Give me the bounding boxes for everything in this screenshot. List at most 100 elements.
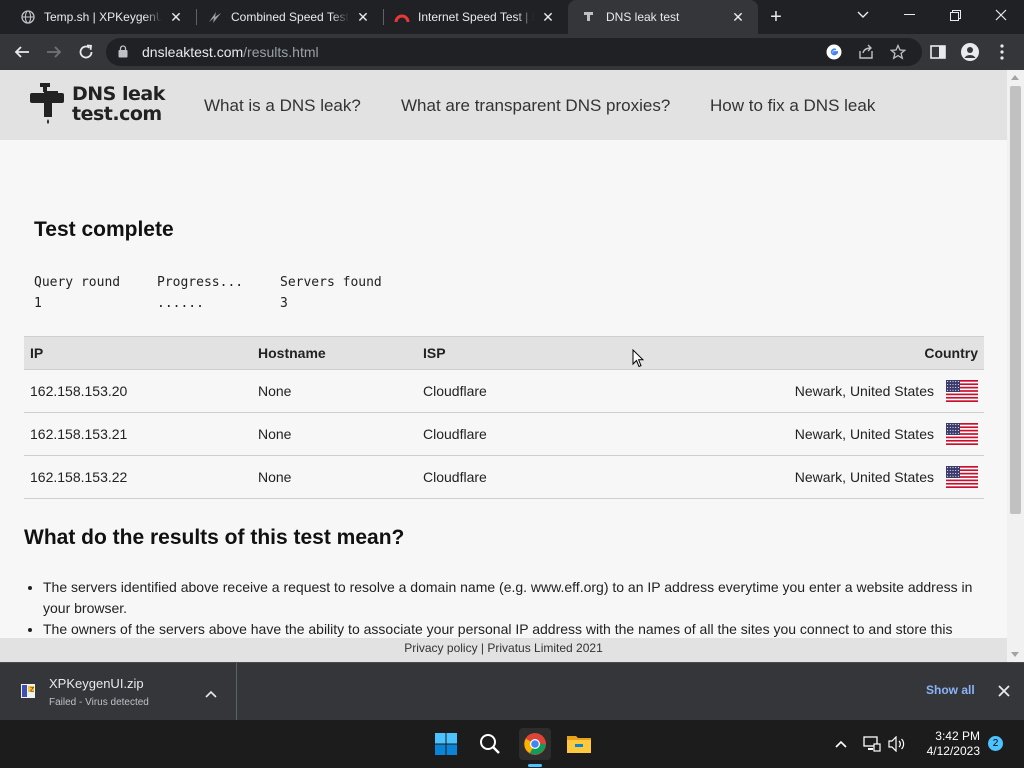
stat-label: Progress... [157,275,244,290]
side-panel-icon[interactable] [928,42,948,62]
tab-internet-speed-test[interactable]: Internet Speed Test | Fa ✕ [374,0,568,34]
volume-icon[interactable] [887,734,907,754]
system-clock[interactable]: 3:42 PM 4/12/2023 [918,729,980,759]
stat-progress: Progress... ...... [157,272,243,314]
footer-text[interactable]: Privacy policy | Privatus Limited 2021 [404,641,603,655]
reload-icon[interactable] [74,40,98,64]
tab-close-icon[interactable]: ✕ [168,9,184,25]
clock-date: 4/12/2023 [926,744,980,758]
site-footer: Privacy policy | Privatus Limited 2021 [0,638,1007,662]
chevron-up-tray-icon[interactable] [831,734,851,754]
nav-what-is-dns-leak[interactable]: What is a DNS leak? [204,96,361,116]
download-filename: XPKeygenUI.zip [49,676,144,691]
google-icon[interactable] [826,44,842,60]
site-header: DNS leak test.com What is a DNS leak? Wh… [0,70,1007,140]
logo-text: DNS leak test.com [72,84,165,124]
chevron-up-icon[interactable] [205,685,217,703]
cell-ip: 162.158.153.22 [24,455,252,499]
tab-close-icon[interactable]: ✕ [730,9,746,25]
windows-taskbar: 3:42 PM 4/12/2023 [0,720,1024,768]
cell-country: Newark, United States [717,412,984,456]
table-row: 162.158.153.20 None Cloudflare Newark, U… [24,369,984,413]
svg-text:Z: Z [30,687,34,694]
windows-start-icon[interactable] [430,728,462,760]
notification-badge[interactable]: 2 [988,736,1003,751]
close-window-icon[interactable] [978,0,1024,30]
table-row: 162.158.153.21 None Cloudflare Newark, U… [24,412,984,456]
url-path: /results.html [243,44,319,60]
cell-isp: Cloudflare [417,412,717,456]
test-status-title: Test complete [34,218,174,241]
scrollbar-thumb[interactable] [1010,86,1021,514]
active-app-indicator [528,764,542,767]
logo-line-2: test.com [72,103,162,125]
close-download-bar-icon[interactable] [998,684,1010,702]
us-flag-icon [946,423,978,445]
stat-query-round: Query round 1 [34,272,120,314]
forward-arrow-icon[interactable] [42,40,66,64]
cell-hostname: None [252,412,417,456]
country-text: Newark, United States [794,383,934,399]
tab-close-icon[interactable]: ✕ [540,9,556,25]
kebab-menu-icon[interactable] [992,42,1012,62]
url-text: dnsleaktest.com/results.html [142,44,319,60]
mouse-cursor-icon [632,349,644,368]
address-bar[interactable]: dnsleaktest.com/results.html [106,38,922,66]
clock-time: 3:42 PM [935,729,980,743]
stat-label: Query round [34,275,121,290]
restore-icon[interactable] [932,0,978,30]
profile-avatar-icon[interactable] [960,42,980,62]
tab-title: Temp.sh | XPKeygenUI.z [44,10,162,24]
tab-close-icon[interactable]: ✕ [355,9,371,25]
tab-title: Combined Speed Test F [231,10,349,24]
column-header-hostname: Hostname [252,336,417,370]
tab-combined-speed-test[interactable]: Combined Speed Test F ✕ [187,0,383,34]
page-viewport: DNS leak test.com What is a DNS leak? Wh… [0,70,1024,662]
table-row: 162.158.153.22 None Cloudflare Newark, U… [24,455,984,499]
explanation-list: The servers identified above receive a r… [43,577,983,640]
show-all-downloads-link[interactable]: Show all [926,683,975,697]
network-icon[interactable] [862,734,882,754]
new-tab-plus-icon[interactable]: + [766,7,786,27]
chrome-icon[interactable] [519,728,551,760]
logo-line-1: DNS leak [72,83,165,105]
nav-how-to-fix[interactable]: How to fix a DNS leak [710,96,875,116]
download-item[interactable]: Z XPKeygenUI.zip Failed - Virus detected [0,663,237,721]
file-explorer-icon[interactable] [563,728,595,760]
lightning-icon [207,9,223,25]
column-header-isp: ISP [417,336,717,370]
cell-isp: Cloudflare [417,369,717,413]
browser-toolbar: dnsleaktest.com/results.html [0,34,1024,70]
stat-label: Servers found [280,275,382,290]
tab-search-chevron-icon[interactable] [840,0,886,30]
cell-ip: 162.158.153.21 [24,412,252,456]
stat-servers-found: Servers found 3 [280,272,382,314]
results-meaning-heading: What do the results of this test mean? [24,526,405,549]
stat-value: ...... [157,296,204,311]
gauge-icon [394,9,410,25]
column-header-country: Country [717,336,984,370]
nav-transparent-dns-proxies[interactable]: What are transparent DNS proxies? [401,96,670,116]
tab-strip: Temp.sh | XPKeygenUI.z ✕ Combined Speed … [0,0,1024,34]
site-logo[interactable]: DNS leak test.com [30,83,170,127]
faucet-logo-icon [30,83,64,124]
tab-title: Internet Speed Test | Fa [418,10,534,24]
bookmark-star-icon[interactable] [890,44,906,60]
search-icon[interactable] [474,728,506,760]
scroll-down-arrow-icon[interactable] [1011,652,1019,657]
minimize-icon[interactable] [886,0,932,30]
cell-hostname: None [252,455,417,499]
share-icon[interactable] [858,44,874,60]
tab-temp-sh[interactable]: Temp.sh | XPKeygenUI.z ✕ [0,0,196,34]
cell-isp: Cloudflare [417,455,717,499]
page-scrollbar[interactable] [1007,70,1024,662]
us-flag-icon [946,466,978,488]
country-text: Newark, United States [794,426,934,442]
download-bar: Z XPKeygenUI.zip Failed - Virus detected… [0,662,1024,721]
lock-icon[interactable] [118,45,128,63]
back-arrow-icon[interactable] [10,40,34,64]
tab-dns-leak-test[interactable]: DNS leak test ✕ [568,0,758,34]
scroll-up-arrow-icon[interactable] [1011,75,1019,80]
column-header-ip: IP [24,336,252,370]
download-status: Failed - Virus detected [49,697,149,708]
